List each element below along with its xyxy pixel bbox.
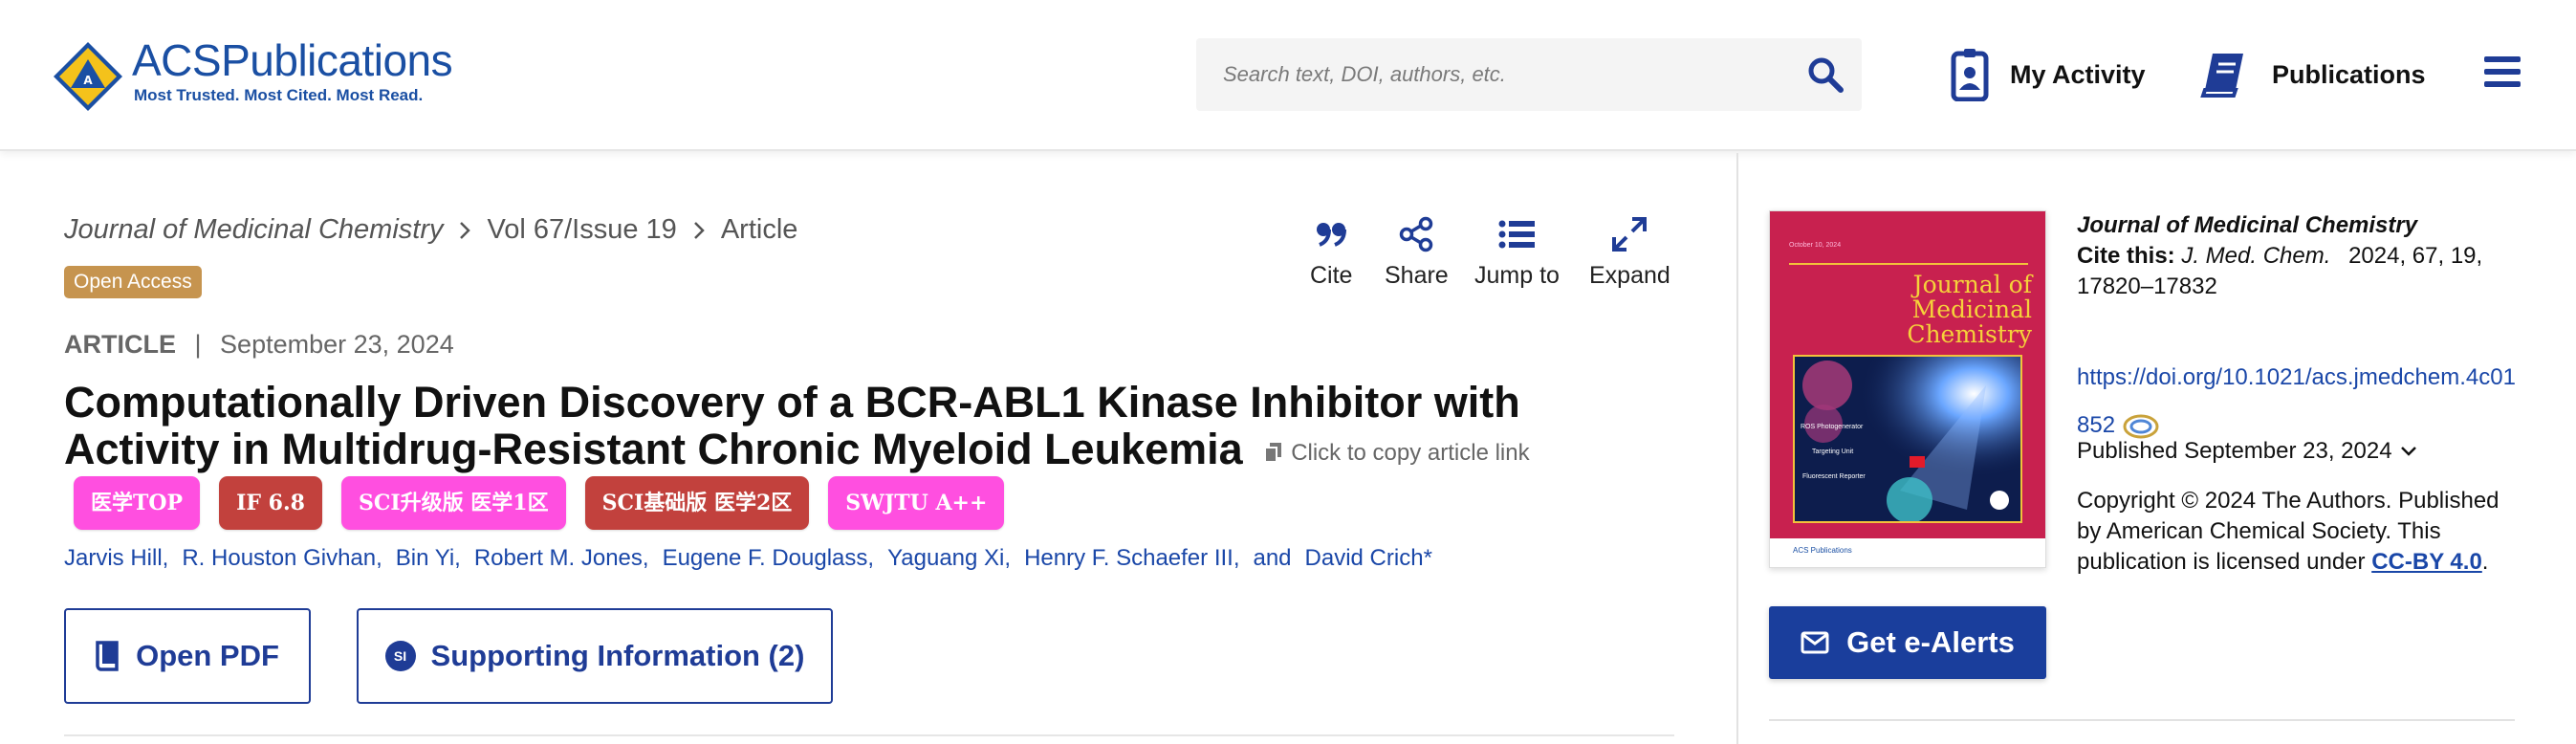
author-link[interactable]: Bin Yi, xyxy=(396,545,461,572)
author-link[interactable]: David Crich* xyxy=(1305,545,1432,572)
author-list: Jarvis Hill, R. Houston Givhan, Bin Yi, Rob… xyxy=(64,545,1438,572)
cover-illustration: ROS Photogenerator Targeting Unit Fluore… xyxy=(1793,355,2022,523)
si-icon: SI xyxy=(384,641,416,671)
article-title: Computationally Driven Discovery of a BC… xyxy=(64,379,1594,476)
book-icon xyxy=(2200,54,2243,98)
top-bar: A ACSPublications Most Trusted. Most Cit… xyxy=(0,0,2576,151)
cover-graphic xyxy=(1795,357,2020,521)
breadcrumb-current: Article xyxy=(720,214,798,245)
altmetric-icon[interactable] xyxy=(2122,412,2160,441)
meta-separator: | xyxy=(194,330,202,359)
cite-label: Cite xyxy=(1310,262,1353,289)
supporting-info-button[interactable]: SI Supporting Information (2) xyxy=(357,608,833,704)
author-link[interactable]: Yaguang Xi, xyxy=(887,545,1011,572)
jump-to-button[interactable]: Jump to xyxy=(1474,216,1560,290)
cite-this-label: Cite this: xyxy=(2077,243,2175,269)
search-box xyxy=(1196,38,1862,111)
rank-tag[interactable]: IF 6.8 xyxy=(219,476,322,530)
sidebar-journal-name[interactable]: Journal of Medicinal Chemistry xyxy=(2077,210,2517,241)
author-conjunction: and xyxy=(1253,545,1292,571)
rank-tag[interactable]: 医学TOP xyxy=(74,476,201,530)
copy-link-label: Click to copy article link xyxy=(1291,439,1530,466)
cover-issue: October 10, 2024 xyxy=(1789,242,1842,249)
rank-tag[interactable]: SWJTU A++ xyxy=(828,476,1005,530)
breadcrumb: Journal of Medicinal Chemistry Vol 67/Is… xyxy=(64,214,797,246)
published-label: Published September 23, 2024 xyxy=(2077,438,2392,464)
supporting-info-label: Supporting Information (2) xyxy=(430,639,805,672)
sidebar-divider xyxy=(1769,719,2515,721)
cite-abbr: J. Med. Chem. xyxy=(2181,243,2331,269)
copyright-notice: Copyright © 2024 The Authors. Published … xyxy=(2077,486,2517,578)
article-date: September 23, 2024 xyxy=(220,330,454,359)
jump-to-label: Jump to xyxy=(1474,262,1560,289)
doi-block: https://doi.org/10.1021/acs.jmedchem.4c0… xyxy=(2077,354,2517,449)
my-activity-link[interactable]: My Activity xyxy=(1951,46,2146,103)
author-link[interactable]: Henry F. Schaefer III, xyxy=(1024,545,1239,572)
cover-rule xyxy=(1789,263,2028,265)
expand-label: Expand xyxy=(1589,262,1670,289)
pdf-book-icon xyxy=(96,641,119,671)
cover-art: October 10, 2024 Journal of Medicinal Ch… xyxy=(1781,221,2036,536)
cover-footer: ACS Publications xyxy=(1770,538,2045,567)
cover-label-3: Fluorescent Reporter xyxy=(1802,473,1866,480)
published-date[interactable]: Published September 23, 2024 xyxy=(2077,438,2417,465)
publications-label: Publications xyxy=(2272,59,2426,89)
share-icon xyxy=(1400,216,1433,252)
cover-title: Journal of Medicinal Chemistry xyxy=(1907,271,2032,348)
open-pdf-button[interactable]: Open PDF xyxy=(64,608,311,704)
id-badge-icon xyxy=(1951,49,1989,101)
get-e-alerts-button[interactable]: Get e-Alerts xyxy=(1769,606,2046,679)
expand-button[interactable]: Expand xyxy=(1589,216,1670,290)
hamburger-menu-icon[interactable] xyxy=(2484,55,2521,88)
acs-logo-icon[interactable]: A xyxy=(52,40,124,113)
cover-publisher: ACS Publications xyxy=(1793,546,1852,555)
cover-label-2: Targeting Unit xyxy=(1812,449,1854,455)
author-link[interactable]: Jarvis Hill, xyxy=(64,545,168,572)
copy-icon xyxy=(1264,443,1282,464)
copy-article-link[interactable]: Click to copy article link xyxy=(1264,429,1530,476)
logo-publications: Publications xyxy=(221,35,453,85)
breadcrumb-volume[interactable]: Vol 67/Issue 19 xyxy=(487,214,676,246)
publications-link[interactable]: Publications xyxy=(2199,46,2426,103)
rank-tag[interactable]: SCI基础版 医学2区 xyxy=(584,476,810,530)
chevron-right-icon xyxy=(460,221,471,239)
breadcrumb-journal[interactable]: Journal of Medicinal Chemistry xyxy=(64,214,443,246)
open-pdf-label: Open PDF xyxy=(136,639,279,672)
author-link[interactable]: Eugene F. Douglass, xyxy=(663,545,874,572)
author-link[interactable]: Robert M. Jones, xyxy=(474,545,649,572)
envelope-icon xyxy=(1801,631,1829,654)
cite-this: Cite this: J. Med. Chem. 2024, 67, 19, 1… xyxy=(2077,241,2517,302)
article-type: ARTICLE xyxy=(64,330,176,359)
get-e-alerts-label: Get e-Alerts xyxy=(1846,625,2015,659)
share-button[interactable]: Share xyxy=(1385,216,1449,290)
cover-label-1: ROS Photogenerator xyxy=(1801,424,1864,430)
search-input[interactable] xyxy=(1223,55,1778,94)
rank-tag[interactable]: SCI升级版 医学1区 xyxy=(340,476,566,530)
my-activity-label: My Activity xyxy=(2010,59,2146,89)
column-divider xyxy=(1736,153,1738,744)
search-icon[interactable] xyxy=(1806,55,1845,94)
content-divider xyxy=(64,734,1674,736)
quote-icon xyxy=(1317,223,1347,247)
chevron-down-icon xyxy=(2400,447,2416,456)
open-access-badge: Open Access xyxy=(64,266,202,298)
citation-block: Journal of Medicinal Chemistry Cite this… xyxy=(2077,210,2517,302)
logo-tagline: Most Trusted. Most Cited. Most Read. xyxy=(134,86,424,104)
license-end: . xyxy=(2481,549,2489,575)
svg-text:A: A xyxy=(83,74,93,87)
chevron-right-icon xyxy=(693,221,705,239)
cite-button[interactable]: Cite xyxy=(1310,216,1352,290)
share-label: Share xyxy=(1385,262,1449,289)
rank-tags: 医学TOP IF 6.8 SCI升级版 医学1区 SCI基础版 医学2区 SWJTU A… xyxy=(74,476,1005,530)
journal-cover-image[interactable]: October 10, 2024 Journal of Medicinal Ch… xyxy=(1769,210,2046,568)
article-meta: ARTICLE | September 23, 2024 xyxy=(64,330,454,360)
site-logo[interactable]: ACSPublications xyxy=(132,34,453,86)
list-icon xyxy=(1498,220,1536,249)
license-link[interactable]: CC-BY 4.0 xyxy=(2371,549,2482,575)
logo-acs: ACS xyxy=(132,35,222,85)
author-link[interactable]: R. Houston Givhan, xyxy=(182,545,382,572)
expand-icon xyxy=(1612,217,1648,252)
